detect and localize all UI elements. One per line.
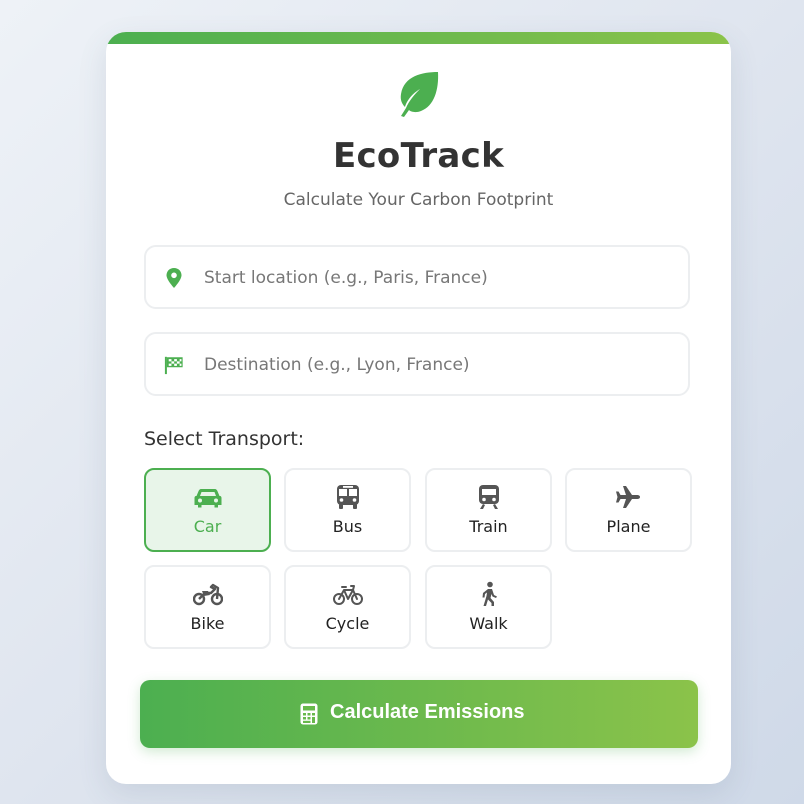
transport-option-train[interactable]: Train xyxy=(425,468,552,552)
transport-label: Bike xyxy=(190,614,225,633)
transport-option-cycle[interactable]: Cycle xyxy=(284,565,411,649)
train-icon xyxy=(478,485,499,509)
bicycle-icon xyxy=(332,585,363,605)
transport-option-car[interactable]: Car xyxy=(144,468,271,552)
card-accent-bar xyxy=(106,32,731,44)
calculate-emissions-button[interactable]: Calculate Emissions xyxy=(140,680,698,748)
leaf-icon xyxy=(400,72,439,117)
app-subtitle: Calculate Your Carbon Footprint xyxy=(283,190,554,210)
transport-label: Bus xyxy=(332,517,363,536)
checkered-flag-icon xyxy=(164,356,183,375)
destination-input[interactable] xyxy=(202,334,676,396)
bus-icon xyxy=(336,485,359,509)
calculator-card: EcoTrack Calculate Your Carbon Footprint… xyxy=(106,32,731,784)
walking-icon xyxy=(482,581,497,606)
transport-label: Plane xyxy=(606,517,651,536)
transport-label: Cycle xyxy=(325,614,370,633)
start-location-field[interactable] xyxy=(144,245,690,309)
transport-option-plane[interactable]: Plane xyxy=(565,468,692,552)
destination-field[interactable] xyxy=(144,332,690,396)
transport-label: Car xyxy=(193,517,222,536)
motorcycle-icon xyxy=(192,583,223,606)
transport-section-label: Select Transport: xyxy=(144,428,305,450)
transport-option-bus[interactable]: Bus xyxy=(284,468,411,552)
car-icon xyxy=(194,489,221,508)
transport-option-bike[interactable]: Bike xyxy=(144,565,271,649)
calculator-icon xyxy=(300,703,318,725)
transport-option-walk[interactable]: Walk xyxy=(425,565,552,649)
plane-icon xyxy=(615,486,640,508)
map-pin-icon xyxy=(166,268,182,288)
transport-label: Train xyxy=(469,517,508,536)
app-title: EcoTrack xyxy=(332,136,505,176)
calculate-emissions-label: Calculate Emissions xyxy=(330,701,525,723)
start-location-input[interactable] xyxy=(202,247,676,309)
transport-label: Walk xyxy=(469,614,508,633)
